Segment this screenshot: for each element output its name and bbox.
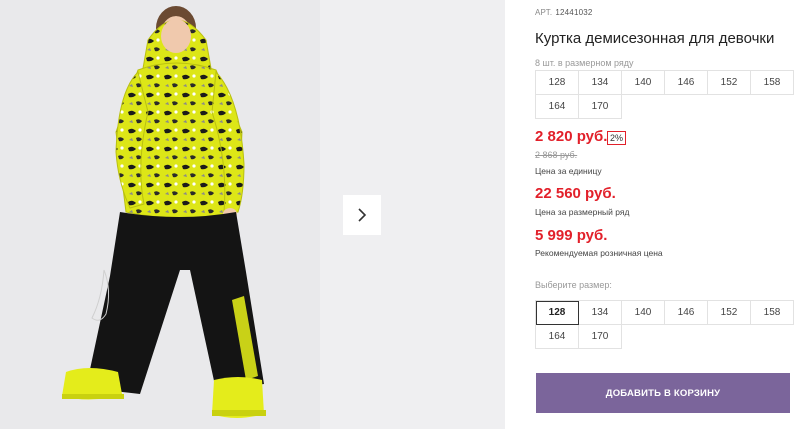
size-option-selected[interactable]: 128 [536, 301, 579, 325]
pack-size-cell: 158 [751, 71, 794, 95]
pack-size-cell: 134 [579, 71, 622, 95]
old-price: 2 868 руб. [535, 150, 578, 160]
chevron-right-icon [358, 208, 367, 222]
article-number: АРТ. 12441032 [535, 8, 593, 17]
unit-price-label: Цена за единицу [535, 166, 602, 176]
size-option[interactable]: 140 [622, 301, 665, 325]
article-value: 12441032 [555, 8, 593, 17]
size-selector: 128 134 140 146 152 158 164 170 [535, 300, 794, 349]
model-illustration [0, 0, 320, 429]
row-price: 22 560 руб. [535, 185, 616, 202]
size-option[interactable]: 158 [751, 301, 794, 325]
product-photo[interactable] [0, 0, 320, 429]
pack-size-cell: 128 [536, 71, 579, 95]
discount-badge: 2% [607, 131, 627, 145]
rrp-price: 5 999 руб. [535, 227, 608, 244]
gallery-next-button[interactable] [343, 195, 381, 235]
size-option[interactable]: 134 [579, 301, 622, 325]
size-option[interactable]: 164 [536, 325, 579, 349]
size-option[interactable]: 146 [665, 301, 708, 325]
size-option[interactable]: 170 [579, 325, 622, 349]
rrp-price-label: Рекомендуемая розничная цена [535, 248, 663, 258]
unit-price: 2 820 руб. [535, 128, 608, 145]
size-option[interactable]: 152 [708, 301, 751, 325]
article-label: АРТ. [535, 8, 553, 17]
pack-size-cell: 170 [579, 95, 622, 119]
row-price-label: Цена за размерный ряд [535, 207, 630, 217]
pack-size-grid: 128 134 140 146 152 158 164 170 [535, 70, 794, 119]
product-info: АРТ. 12441032 Куртка демисезонная для дев… [535, 0, 800, 429]
pack-size-cell: 146 [665, 71, 708, 95]
add-to-cart-button[interactable]: ДОБАВИТЬ В КОРЗИНУ [536, 373, 790, 413]
choose-size-label: Выберите размер: [535, 280, 612, 290]
pack-size-cell: 140 [622, 71, 665, 95]
pack-size-cell: 152 [708, 71, 751, 95]
pack-size-cell: 164 [536, 95, 579, 119]
product-gallery [0, 0, 505, 429]
product-title: Куртка демисезонная для девочки [535, 30, 775, 47]
pack-note: 8 шт. в размерном ряду [535, 58, 634, 68]
